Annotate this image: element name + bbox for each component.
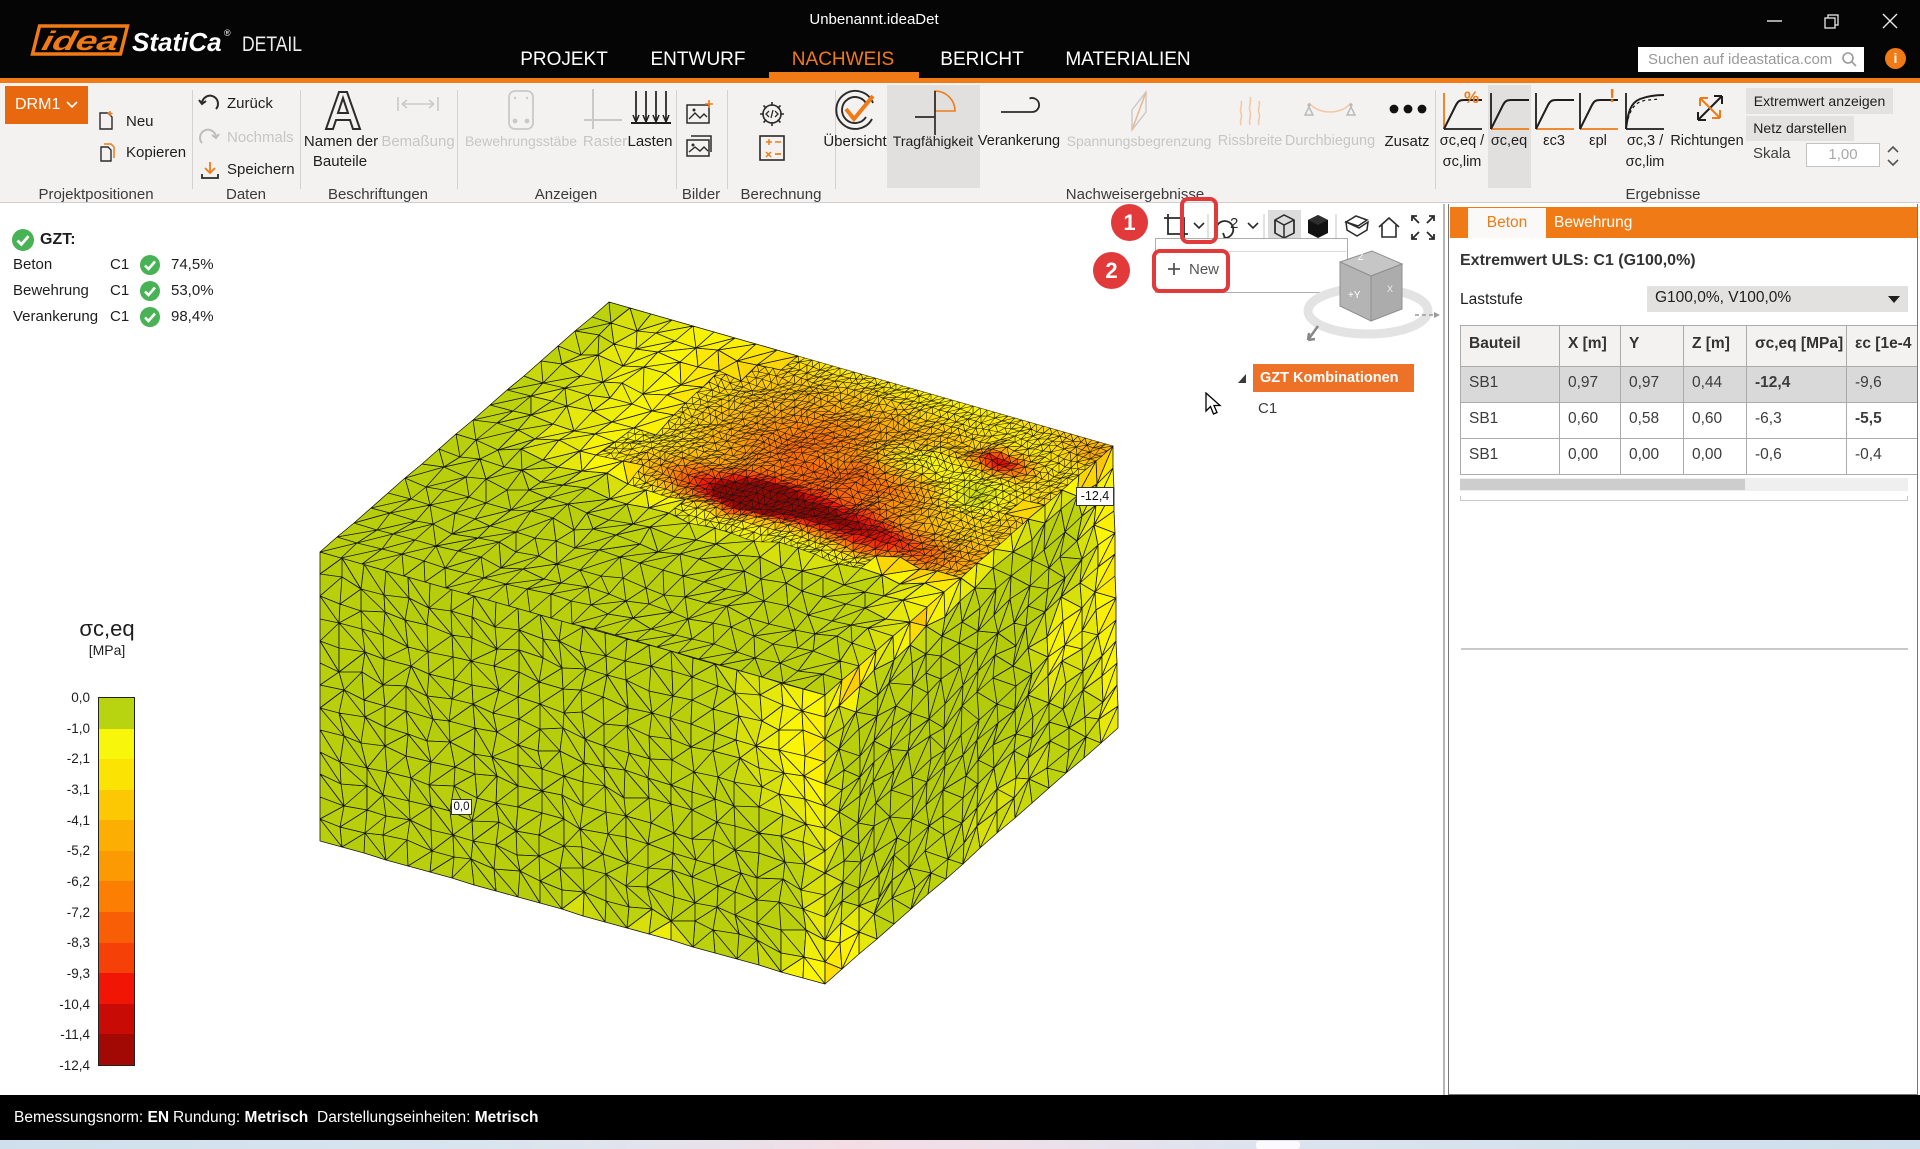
svg-text:X: X: [1387, 284, 1393, 294]
svg-text:2: 2: [1230, 215, 1238, 232]
svg-text:DETAIL: DETAIL: [242, 33, 302, 56]
svg-text:!: !: [1609, 89, 1615, 107]
svg-text:+Y: +Y: [1348, 290, 1361, 301]
svg-text:Z: Z: [1358, 252, 1364, 262]
svg-text:idea: idea: [39, 25, 123, 56]
svg-text:®: ®: [224, 28, 231, 38]
svg-text:StatiCa: StatiCa: [132, 27, 222, 57]
svg-text:%: %: [1464, 89, 1479, 107]
